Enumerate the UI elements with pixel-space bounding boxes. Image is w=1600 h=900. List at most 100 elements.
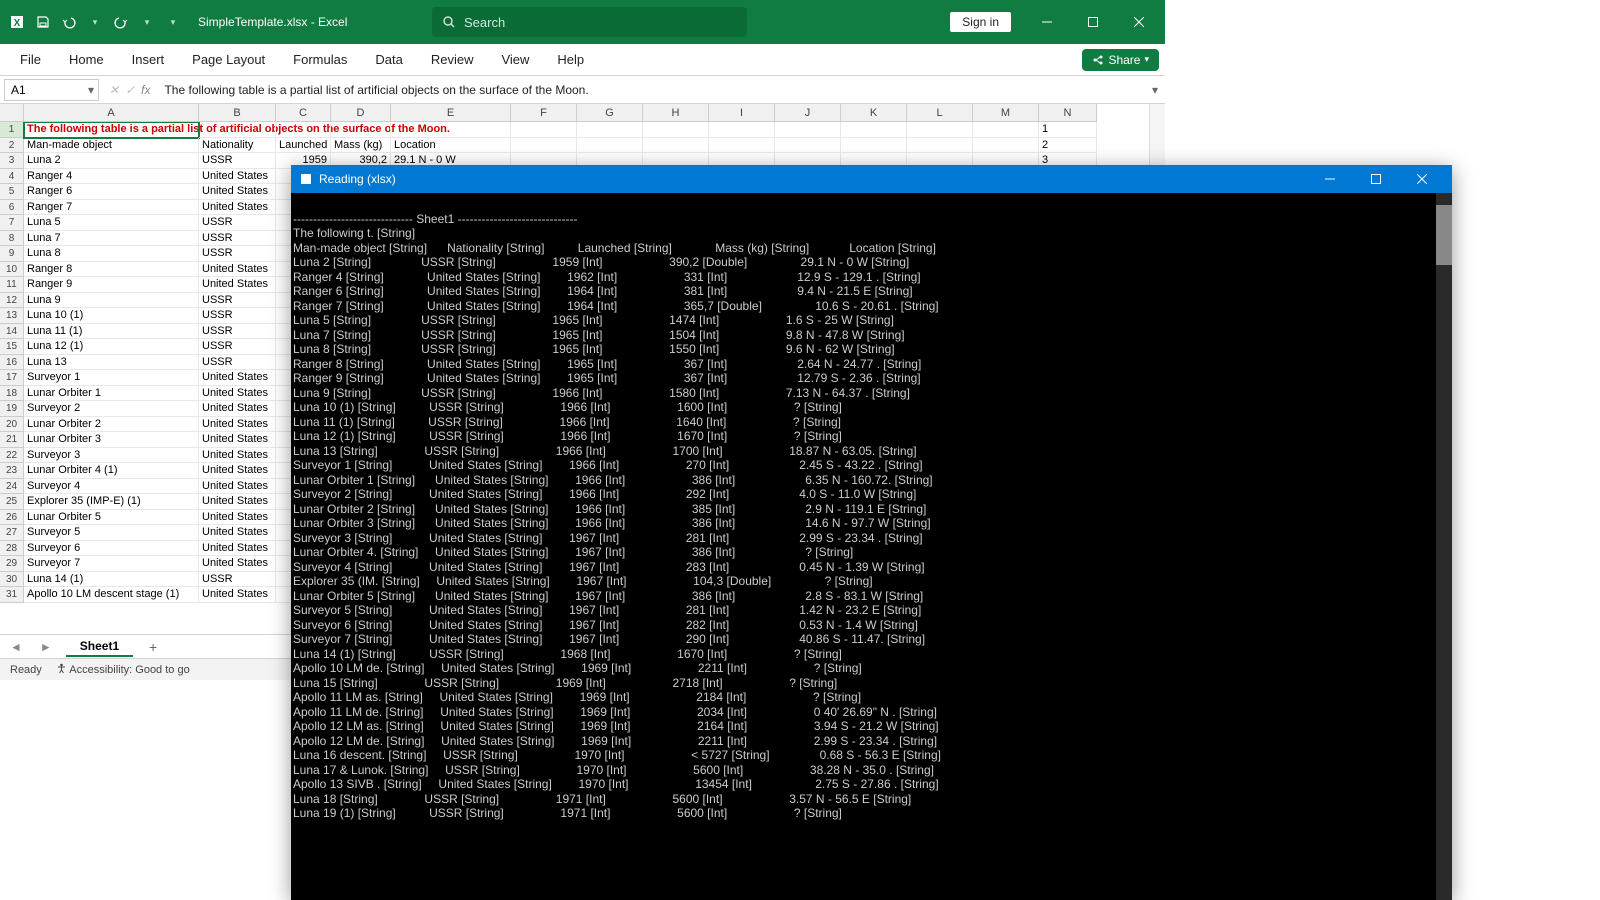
cell[interactable]: United States bbox=[199, 200, 276, 216]
cell[interactable]: Nationality bbox=[199, 138, 276, 154]
redo-icon[interactable] bbox=[112, 13, 130, 31]
cell[interactable]: Explorer 35 (IMP-E) (1) bbox=[24, 494, 199, 510]
cell[interactable] bbox=[907, 138, 973, 154]
formula-expand-icon[interactable]: ▾ bbox=[1145, 83, 1165, 97]
cell[interactable]: Surveyor 4 bbox=[24, 479, 199, 495]
row-header[interactable]: 7 bbox=[0, 215, 24, 231]
cell[interactable]: 1 bbox=[1039, 122, 1097, 138]
cell[interactable]: The following table is a partial list of… bbox=[24, 122, 199, 138]
row-header[interactable]: 21 bbox=[0, 432, 24, 448]
cell[interactable]: Ranger 6 bbox=[24, 184, 199, 200]
cell[interactable]: United States bbox=[199, 556, 276, 572]
terminal-close-button[interactable] bbox=[1400, 165, 1444, 193]
ribbon-tab-help[interactable]: Help bbox=[543, 46, 598, 73]
cell[interactable] bbox=[841, 122, 907, 138]
row-header[interactable]: 26 bbox=[0, 510, 24, 526]
row-header[interactable]: 9 bbox=[0, 246, 24, 262]
maximize-button[interactable] bbox=[1071, 0, 1115, 44]
row-header[interactable]: 3 bbox=[0, 153, 24, 169]
cell[interactable]: United States bbox=[199, 169, 276, 185]
cell[interactable]: Luna 7 bbox=[24, 231, 199, 247]
add-sheet-button[interactable]: + bbox=[143, 639, 163, 655]
qat-customize-icon[interactable]: ▾ bbox=[164, 13, 182, 31]
cell[interactable]: United States bbox=[199, 448, 276, 464]
row-header[interactable]: 10 bbox=[0, 262, 24, 278]
cell[interactable] bbox=[841, 138, 907, 154]
cell[interactable]: Luna 11 (1) bbox=[24, 324, 199, 340]
row-header[interactable]: 17 bbox=[0, 370, 24, 386]
row-header[interactable]: 25 bbox=[0, 494, 24, 510]
row-header[interactable]: 8 bbox=[0, 231, 24, 247]
cell[interactable] bbox=[577, 122, 643, 138]
row-header[interactable]: 20 bbox=[0, 417, 24, 433]
row-header[interactable]: 23 bbox=[0, 463, 24, 479]
row-header[interactable]: 12 bbox=[0, 293, 24, 309]
cell[interactable]: United States bbox=[199, 587, 276, 603]
cell[interactable]: 2 bbox=[1039, 138, 1097, 154]
row-header[interactable]: 15 bbox=[0, 339, 24, 355]
cell[interactable]: United States bbox=[199, 386, 276, 402]
cell[interactable]: United States bbox=[199, 262, 276, 278]
row-header[interactable]: 16 bbox=[0, 355, 24, 371]
cell[interactable]: Surveyor 6 bbox=[24, 541, 199, 557]
row-header[interactable]: 11 bbox=[0, 277, 24, 293]
cell[interactable]: Surveyor 1 bbox=[24, 370, 199, 386]
cell[interactable]: Surveyor 2 bbox=[24, 401, 199, 417]
cancel-formula-icon[interactable]: ✕ bbox=[109, 83, 119, 97]
cell[interactable]: Launched bbox=[276, 138, 331, 154]
column-header[interactable]: I bbox=[709, 104, 775, 122]
cell[interactable]: Lunar Orbiter 1 bbox=[24, 386, 199, 402]
cell[interactable]: United States bbox=[199, 277, 276, 293]
cell[interactable]: Ranger 4 bbox=[24, 169, 199, 185]
cell[interactable] bbox=[331, 122, 391, 138]
cell[interactable] bbox=[643, 122, 709, 138]
cell[interactable] bbox=[973, 138, 1039, 154]
cell[interactable]: Lunar Orbiter 4 (1) bbox=[24, 463, 199, 479]
row-header[interactable]: 1 bbox=[0, 122, 24, 138]
formula-input[interactable]: The following table is a partial list of… bbox=[156, 83, 1145, 97]
cell[interactable]: Man-made object bbox=[24, 138, 199, 154]
cell[interactable]: USSR bbox=[199, 293, 276, 309]
save-icon[interactable] bbox=[34, 13, 52, 31]
name-box[interactable]: A1 ▾ bbox=[4, 79, 99, 101]
cell[interactable]: USSR bbox=[199, 153, 276, 169]
undo-dropdown-icon[interactable]: ▾ bbox=[86, 13, 104, 31]
cell[interactable]: Ranger 9 bbox=[24, 277, 199, 293]
cell[interactable] bbox=[973, 122, 1039, 138]
column-header[interactable]: B bbox=[199, 104, 276, 122]
row-header[interactable]: 30 bbox=[0, 572, 24, 588]
cell[interactable]: United States bbox=[199, 541, 276, 557]
search-box[interactable]: Search bbox=[432, 7, 747, 37]
cell[interactable]: United States bbox=[199, 370, 276, 386]
row-header[interactable]: 29 bbox=[0, 556, 24, 572]
row-header[interactable]: 5 bbox=[0, 184, 24, 200]
cell[interactable] bbox=[391, 122, 511, 138]
cell[interactable]: Mass (kg) bbox=[331, 138, 391, 154]
sheet-nav-prev[interactable]: ◄ bbox=[6, 640, 26, 654]
cell[interactable] bbox=[775, 122, 841, 138]
cell[interactable]: Luna 10 (1) bbox=[24, 308, 199, 324]
row-header[interactable]: 31 bbox=[0, 587, 24, 603]
cell[interactable]: Ranger 7 bbox=[24, 200, 199, 216]
ribbon-tab-page-layout[interactable]: Page Layout bbox=[178, 46, 279, 73]
share-button[interactable]: Share ▾ bbox=[1082, 49, 1159, 71]
cell[interactable]: Lunar Orbiter 2 bbox=[24, 417, 199, 433]
cell[interactable] bbox=[907, 122, 973, 138]
cell[interactable]: USSR bbox=[199, 308, 276, 324]
cell[interactable]: United States bbox=[199, 510, 276, 526]
cell[interactable]: United States bbox=[199, 432, 276, 448]
ribbon-tab-review[interactable]: Review bbox=[417, 46, 488, 73]
cell[interactable] bbox=[511, 138, 577, 154]
cell[interactable]: Apollo 10 LM descent stage (1) bbox=[24, 587, 199, 603]
row-header[interactable]: 13 bbox=[0, 308, 24, 324]
row-header[interactable]: 24 bbox=[0, 479, 24, 495]
cell[interactable]: USSR bbox=[199, 339, 276, 355]
cell[interactable]: USSR bbox=[199, 572, 276, 588]
column-header[interactable]: C bbox=[276, 104, 331, 122]
cell[interactable]: United States bbox=[199, 494, 276, 510]
cell[interactable]: Luna 13 bbox=[24, 355, 199, 371]
cell[interactable] bbox=[709, 122, 775, 138]
column-header[interactable]: F bbox=[511, 104, 577, 122]
column-header[interactable]: A bbox=[24, 104, 199, 122]
fx-icon[interactable]: fx bbox=[141, 83, 150, 97]
